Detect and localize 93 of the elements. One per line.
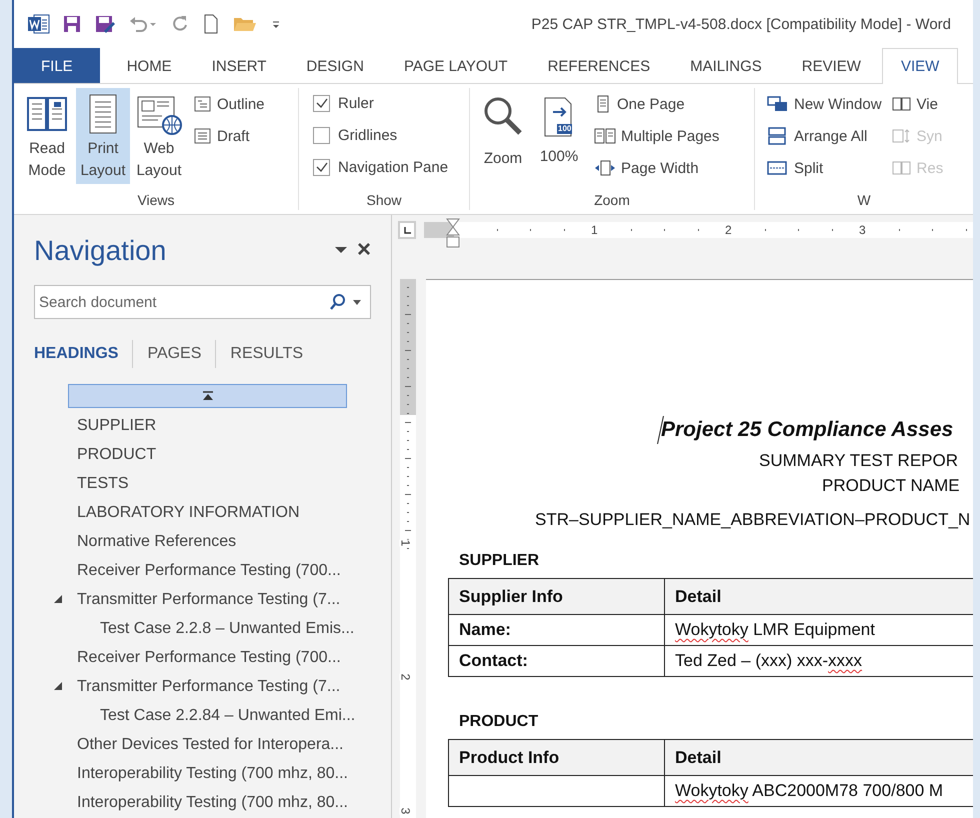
one-page-button[interactable]: One Page [592,90,722,118]
checkbox-option[interactable]: Gridlines [313,122,398,148]
table-header: Detail [664,740,973,776]
heading-item[interactable]: Normative References [77,532,236,550]
collapse-up-icon [202,391,214,401]
heading-item[interactable]: LABORATORY INFORMATION [77,504,300,522]
outline-button[interactable]: Outline [192,90,267,118]
ribbon-tab[interactable]: HOME [108,48,191,83]
table-header: Supplier Info [448,578,664,614]
collapse-arrow-icon[interactable] [54,682,62,690]
heading-item[interactable]: Interoperability Testing (700 mhz, 80... [77,764,348,782]
split-button[interactable]: Split [765,154,884,182]
ruler-number: 1 [399,540,412,546]
table-cell: Contact: [448,646,664,676]
arrange-all-button[interactable]: Arrange All [765,122,884,150]
ruler-number: 3 [399,808,412,814]
word-logo-icon [28,14,50,34]
pane-tab[interactable]: HEADINGS [34,345,132,363]
draft-button[interactable]: Draft [192,122,267,150]
multiple-pages-button[interactable]: Multiple Pages [592,122,722,150]
ribbon-tab[interactable]: MAILINGS [671,48,781,83]
heading-item[interactable]: Receiver Performance Testing (700... [77,648,341,666]
table-cell: Name: [448,614,664,646]
heading-item[interactable]: Test Case 2.2.84 – Unwanted Emi... [100,706,356,724]
heading-item[interactable]: Test Case 2.2.8 – Unwanted Emis... [100,620,354,638]
section-heading: SUPPLIER [459,552,540,570]
new-window-button[interactable]: New Window [765,90,884,118]
side-by-side-icon [892,159,912,177]
dropdown-icon[interactable] [334,246,347,254]
ribbon-tab[interactable]: VIEW [882,48,958,84]
page-width-button[interactable]: Page Width [592,154,722,182]
side-by-side-button[interactable]: Vie [890,90,946,118]
side-by-side-icon [892,95,912,113]
ribbon-tab[interactable]: FILE [14,48,100,83]
ribbon-tab[interactable]: PAGE LAYOUT [384,48,527,83]
search-icon[interactable] [329,293,347,311]
heading-item[interactable]: SUPPLIER [77,416,156,434]
section-heading: PRODUCT [459,713,538,731]
heading-item[interactable]: Transmitter Performance Testing (7... [77,590,340,608]
page-width-icon [594,159,616,177]
search-field[interactable]: Search document [34,285,371,319]
zoom-button[interactable]: Zoom [476,88,530,172]
group-label: Views [136,192,176,210]
ribbon-tab[interactable]: REFERENCES [528,48,670,83]
read-mode-button[interactable]: Read Mode [20,88,74,184]
table-header: Detail [664,578,973,614]
group-label: Show [365,192,403,210]
new-document-icon[interactable] [202,14,220,34]
dropdown-icon[interactable] [353,300,361,305]
checkmark-icon [314,160,328,174]
pane-tab[interactable]: RESULTS [216,345,318,363]
document-title: Project 25 Compliance Asses [661,418,954,442]
zoom-100-button[interactable]: 100 100% [532,88,586,170]
sync-scroll-icon [892,127,912,145]
heading-item[interactable]: Transmitter Performance Testing (7... [77,678,340,696]
zoom-badge: 100 [557,124,572,134]
stacked-windows-icon [767,127,789,145]
document-subtitle: SUMMARY TEST REPOR [758,451,958,471]
undo-icon[interactable] [128,14,158,34]
checkbox-option[interactable]: Ruler [313,90,374,116]
print-layout-button[interactable]: Print Layout [76,88,130,184]
split-window-icon [767,159,789,177]
group-label: W [856,192,872,210]
ribbon-tab[interactable]: REVIEW [782,48,880,83]
draft-icon [194,127,212,145]
heading-item[interactable]: Other Devices Tested for Interopera... [77,736,344,754]
window-title: P25 CAP STR_TMPL-v4-508.docx [Compatibility Mode] - Word [531,16,951,32]
left-tab-icon [402,225,412,235]
checkmark-icon [314,96,328,110]
heading-item[interactable]: Interoperability Testing (700 mhz, 80... [77,794,348,812]
two-pages-icon [594,127,616,145]
heading-item[interactable]: TESTS [77,474,129,492]
ribbon-tab[interactable]: INSERT [192,48,286,83]
windows-icon [767,95,789,113]
document-reference: STR–SUPPLIER_NAME_ABBREVIATION–PRODUCT_N [534,510,970,530]
checkbox-option[interactable]: Navigation Pane [313,154,448,180]
heading-item[interactable]: Receiver Performance Testing (700... [77,562,341,580]
save-icon[interactable] [62,14,82,34]
web-layout-button[interactable]: Web Layout [132,88,186,184]
document-subtitle: PRODUCT NAME [821,476,960,496]
indent-marker-icon[interactable] [446,218,460,250]
tab-selector[interactable] [398,221,416,239]
close-button[interactable]: × [356,236,371,264]
outline-icon [194,95,212,113]
collapse-arrow-icon[interactable] [54,595,62,603]
heading-item[interactable]: PRODUCT [77,446,156,464]
pane-tab[interactable]: PAGES [133,345,216,363]
group-label: Zoom [593,192,631,210]
pane-title: Navigation [34,234,166,267]
ruler-number: 2 [399,674,412,680]
save-edit-icon[interactable] [94,14,116,34]
table-header: Product Info [448,740,664,776]
ribbon-tab[interactable]: DESIGN [287,48,383,83]
